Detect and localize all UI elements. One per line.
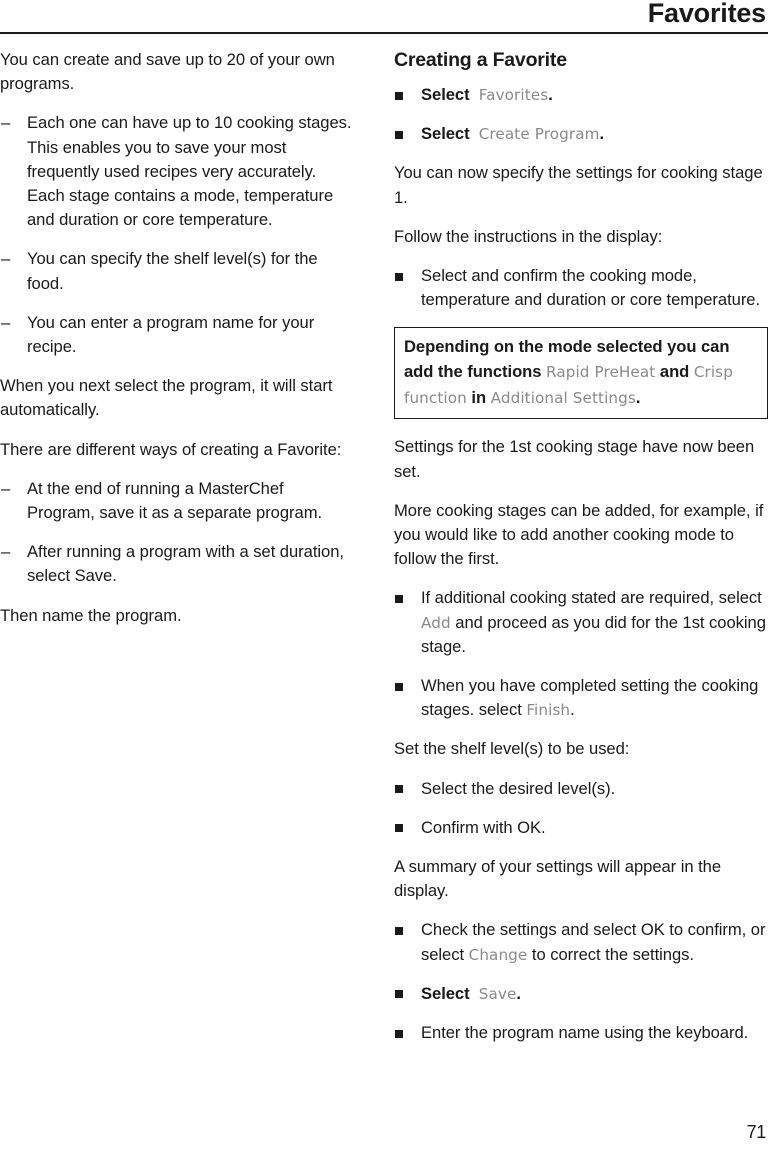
- step-lead: Select: [421, 85, 470, 104]
- list-item: – At the end of running a MasterChef Pro…: [0, 477, 352, 525]
- square-bullet-icon: [395, 824, 403, 833]
- summary-paragraph: A summary of your settings will appear i…: [394, 857, 722, 901]
- step-enter-program-name: Enter the program name using the keyboar…: [394, 1021, 768, 1045]
- dash-bullet-icon: –: [1, 542, 11, 562]
- square-bullet-icon: [395, 990, 403, 999]
- step-confirm-ok: Confirm with OK.: [394, 816, 768, 840]
- list-item: – Each one can have up to 10 cooking sta…: [0, 111, 352, 232]
- dash-bullet-icon: –: [1, 249, 11, 269]
- dash-bullet-icon: –: [1, 478, 11, 498]
- dash-bullet-icon: –: [1, 312, 11, 332]
- step-select-save: Select Save.: [394, 982, 768, 1006]
- note-part-3: in: [466, 388, 491, 408]
- display-term: Favorites: [478, 86, 549, 104]
- page-number: 71: [746, 1122, 767, 1142]
- page-title: Favorites: [647, 0, 766, 28]
- settings-set-paragraph: Settings for the 1st cooking stage have …: [394, 437, 755, 481]
- step-part-2: to correct the settings.: [527, 944, 694, 964]
- square-bullet-icon: [395, 272, 403, 281]
- display-term: Add: [421, 613, 451, 632]
- note-box: Depending on the mode selected you can a…: [394, 327, 768, 420]
- list-item-text: You can specify the shelf level(s) for t…: [27, 249, 318, 293]
- step-select-favorites: Select Favorites.: [394, 83, 768, 107]
- follow-instructions-paragraph: Follow the instructions in the display:: [394, 226, 663, 246]
- list-item: – You can enter a program name for your …: [0, 311, 352, 359]
- list-item-text: At the end of running a MasterChef Progr…: [27, 478, 323, 523]
- section-heading: Creating a Favorite: [394, 49, 567, 71]
- step-text: Select the desired level(s).: [421, 778, 616, 798]
- list-item: – After running a program with a set dur…: [0, 540, 352, 588]
- note-part-2: and: [655, 362, 694, 382]
- square-bullet-icon: [395, 130, 403, 139]
- square-bullet-icon: [395, 594, 403, 603]
- display-term: Change: [468, 945, 528, 964]
- square-bullet-icon: [395, 1029, 403, 1038]
- step-part-1: When you have completed setting the cook…: [421, 676, 759, 720]
- list-item-text: After running a program with a set durat…: [27, 542, 344, 586]
- step-part-1: If additional cooking stated are require…: [421, 588, 762, 608]
- step-trailing: .: [599, 124, 605, 144]
- display-term: Finish: [526, 701, 571, 720]
- step-trailing: .: [548, 85, 553, 104]
- intro-paragraph: You can create and save up to 20 of your…: [0, 50, 335, 94]
- step-completed-stages: When you have completed setting the cook…: [394, 674, 768, 722]
- step-select-confirm: Select and confirm the cooking mode, tem…: [394, 264, 768, 312]
- note-part-4: .: [635, 388, 641, 408]
- display-term: Save: [478, 984, 517, 1003]
- step-lead: Select: [421, 124, 470, 144]
- step-part-2: and proceed as you did for the 1st cooki…: [421, 612, 766, 656]
- square-bullet-icon: [395, 926, 403, 935]
- auto-start-paragraph: When you next select the program, it wil…: [0, 376, 333, 420]
- square-bullet-icon: [395, 682, 403, 691]
- header-divider: [0, 32, 768, 34]
- list-item: – You can specify the shelf level(s) for…: [0, 247, 352, 295]
- ways-paragraph: There are different ways of creating a F…: [0, 439, 342, 459]
- step-trailing: .: [516, 983, 521, 1003]
- left-column: You can create and save up to 20 of your…: [0, 48, 366, 1060]
- then-name-paragraph: Then name the program.: [0, 605, 182, 625]
- list-item-text: Each one can have up to 10 cooking stage…: [27, 113, 352, 230]
- step-text: Confirm with OK.: [421, 817, 546, 837]
- list-item-text: You can enter a program name for your re…: [27, 312, 315, 357]
- more-stages-paragraph: More cooking stages can be added, for ex…: [394, 500, 764, 569]
- square-bullet-icon: [395, 91, 403, 100]
- step-check-settings: Check the settings and select OK to conf…: [394, 918, 768, 966]
- right-column: Creating a Favorite Select Favorites. Se…: [394, 48, 768, 1060]
- dash-bullet-icon: –: [1, 113, 11, 133]
- step-select-create-program: Select Create Program.: [394, 122, 768, 146]
- step-text: Enter the program name using the keyboar…: [421, 1023, 749, 1043]
- step-lead: Select: [421, 983, 470, 1003]
- square-bullet-icon: [395, 785, 403, 794]
- step-additional-stages: If additional cooking stated are require…: [394, 586, 768, 659]
- display-term: Additional Settings: [490, 389, 636, 408]
- content-columns: You can create and save up to 20 of your…: [0, 48, 768, 1060]
- display-term: Rapid PreHeat: [546, 363, 656, 382]
- page-header: Favorites: [0, 0, 768, 34]
- step-part-2: .: [570, 700, 575, 720]
- display-term: Create Program: [478, 125, 600, 144]
- specify-settings-paragraph: You can now specify the settings for coo…: [394, 163, 763, 207]
- set-shelf-paragraph: Set the shelf level(s) to be used:: [394, 739, 630, 759]
- step-select-level: Select the desired level(s).: [394, 777, 768, 801]
- step-text: Select and confirm the cooking mode, tem…: [421, 266, 761, 310]
